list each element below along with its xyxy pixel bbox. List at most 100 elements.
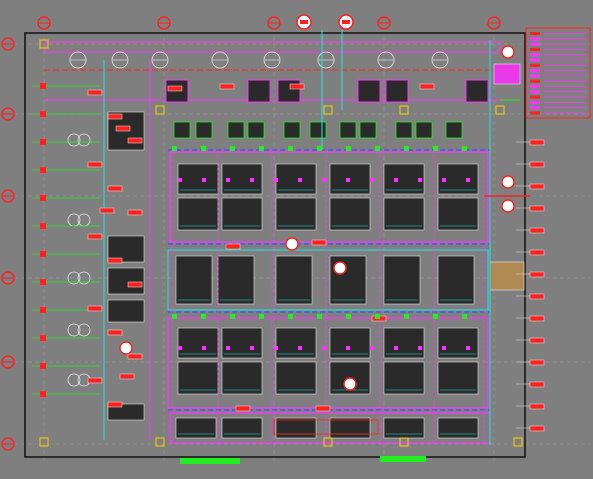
- sprinkler-symbol: [394, 346, 398, 350]
- equipment-pad: [489, 261, 525, 291]
- legend-swatch: [530, 53, 540, 57]
- small-room-top: [339, 121, 357, 139]
- sprinkler-symbol: [178, 178, 182, 182]
- room-cell-row5: [275, 361, 317, 395]
- room-cell-row2: [383, 197, 425, 231]
- diffuser-symbol: [288, 314, 293, 319]
- equipment-tag-left: [87, 161, 103, 168]
- room-cell-row5: [383, 361, 425, 395]
- equipment-tag-left: [107, 185, 123, 192]
- sprinkler-symbol: [226, 178, 230, 182]
- sprinkler-symbol: [202, 178, 206, 182]
- sprinkler-symbol: [346, 346, 350, 350]
- detail-marker: [119, 341, 133, 355]
- room-cell-row6: [329, 417, 371, 439]
- cad-viewport[interactable]: [0, 0, 593, 479]
- room-cell-row2: [329, 197, 371, 231]
- legend-swatch: [530, 63, 540, 67]
- sprinkler-symbol: [274, 178, 278, 182]
- sprinkler-symbol: [346, 178, 350, 182]
- diffuser-symbol: [433, 314, 438, 319]
- legend-swatch: [530, 37, 540, 41]
- equipment-tag-left: [107, 329, 123, 336]
- equipment-room: [107, 299, 145, 323]
- diffuser-symbol: [375, 146, 380, 151]
- sprinkler-symbol: [466, 178, 470, 182]
- sprinkler-symbol: [250, 178, 254, 182]
- shaft-room: [247, 79, 271, 103]
- valve-symbol: [40, 111, 46, 117]
- room-cell-row3: [383, 255, 421, 305]
- diffuser-symbol: [172, 314, 177, 319]
- equipment-tag-right: [529, 249, 545, 256]
- equipment-tag-left: [127, 137, 143, 144]
- shaft-room: [357, 79, 381, 103]
- small-room-top: [309, 121, 327, 139]
- room-cell-row4: [329, 327, 371, 359]
- room-cell-row4: [383, 327, 425, 359]
- sprinkler-symbol: [370, 178, 374, 182]
- equipment-tag-right: [529, 183, 545, 190]
- legend-swatch: [530, 32, 540, 35]
- room-cell-row5: [437, 361, 479, 395]
- equipment-tag-right: [529, 205, 545, 212]
- room-cell-row2: [177, 197, 219, 231]
- room-cell-row6: [275, 417, 317, 439]
- room-cell-row2: [221, 197, 263, 231]
- legend-swatch: [530, 111, 540, 115]
- sprinkler-symbol: [466, 346, 470, 350]
- room-cell-row4: [437, 327, 479, 359]
- floor-plan-drawing[interactable]: [0, 0, 593, 479]
- equipment-tag-right: [529, 381, 545, 388]
- diffuser-symbol: [288, 146, 293, 151]
- room-cell-row1: [275, 163, 317, 195]
- room-cell-row4: [275, 327, 317, 359]
- grid-bubble-fill: [342, 20, 350, 24]
- small-room-top: [359, 121, 377, 139]
- small-room-top: [283, 121, 301, 139]
- sprinkler-symbol: [298, 346, 302, 350]
- valve-symbol: [40, 251, 46, 257]
- equipment-tag-right: [529, 315, 545, 322]
- section-marker: [501, 199, 515, 213]
- equipment-tag: [99, 207, 115, 214]
- room-cell-row6: [175, 417, 217, 439]
- equipment-tag-right: [529, 161, 545, 168]
- room-cell-row2: [437, 197, 479, 231]
- valve-symbol: [40, 391, 46, 397]
- valve-symbol: [40, 139, 46, 145]
- equipment-tag-left: [87, 305, 103, 312]
- valve-symbol: [40, 223, 46, 229]
- legend-swatch: [530, 47, 540, 51]
- equipment-tag-left: [87, 377, 103, 384]
- diffuser-symbol: [230, 146, 235, 151]
- sprinkler-symbol: [298, 178, 302, 182]
- valve-symbol: [40, 307, 46, 313]
- equipment-tag-right: [529, 425, 545, 432]
- equipment-tag-left: [87, 233, 103, 240]
- room-cell-row6: [437, 417, 479, 439]
- equipment-tag-left: [127, 209, 143, 216]
- diffuser-symbol: [317, 146, 322, 151]
- equipment-tag-right: [529, 227, 545, 234]
- legend-swatch: [530, 42, 540, 46]
- diffuser-symbol: [317, 314, 322, 319]
- diffuser-symbol: [259, 146, 264, 151]
- equipment-tag: [167, 85, 183, 92]
- small-room-top: [195, 121, 213, 139]
- sprinkler-symbol: [322, 346, 326, 350]
- small-room-top: [415, 121, 433, 139]
- valve-symbol: [40, 167, 46, 173]
- legend-swatch: [530, 100, 540, 104]
- room-cell-row6: [383, 417, 425, 439]
- section-marker: [501, 175, 515, 189]
- bottom-note-bar: [180, 458, 240, 464]
- equipment-tag: [419, 83, 435, 90]
- sprinkler-symbol: [202, 346, 206, 350]
- room-cell-row4: [177, 327, 219, 359]
- sprinkler-symbol: [226, 346, 230, 350]
- sprinkler-symbol: [370, 346, 374, 350]
- section-marker: [501, 45, 515, 59]
- equipment-tag: [311, 239, 327, 246]
- equipment-tag: [225, 243, 241, 250]
